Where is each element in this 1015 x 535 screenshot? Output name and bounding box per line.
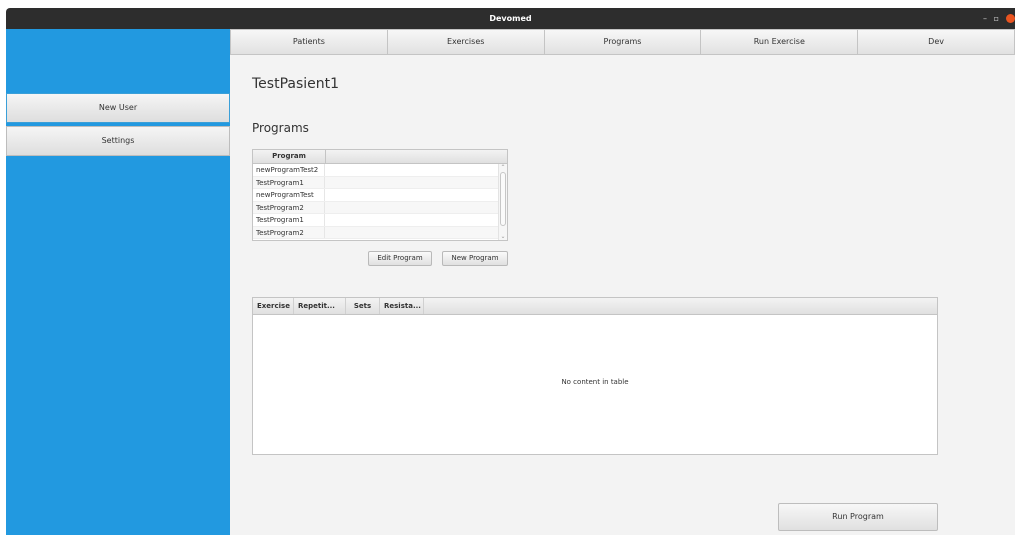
table-row[interactable]: TestProgram2 [253,226,507,239]
resistance-column-header[interactable]: Resista... [380,298,424,314]
new-program-button[interactable]: New Program [442,251,508,266]
exercises-table[interactable]: Exercise Repetit... Sets Resista... No c… [252,297,938,455]
table-row[interactable]: TestProgram1 [253,214,507,227]
filler-column-header [424,298,937,314]
edit-program-button[interactable]: Edit Program [368,251,432,266]
programs-table[interactable]: Program newProgramTest2 TestProgram1 new… [252,149,508,241]
empty-table-message: No content in table [561,378,629,386]
sidebar: New User Settings [6,29,230,535]
exercises-table-header: Exercise Repetit... Sets Resista... [253,298,937,315]
program-cell: TestProgram2 [253,201,325,213]
new-user-button[interactable]: New User [6,93,230,123]
window-titlebar: Devomed – ▫ [6,8,1015,29]
program-cell: newProgramTest2 [253,164,325,176]
program-column-header[interactable]: Program [253,150,326,163]
program-cell: newProgramTest [253,189,325,201]
tab-programs[interactable]: Programs [544,29,702,55]
program-cell: TestProgram2 [253,226,325,238]
maximize-icon[interactable]: ▫ [994,8,999,29]
programs-table-header: Program [253,150,507,164]
sets-column-header[interactable]: Sets [346,298,380,314]
scroll-down-icon[interactable]: ⌄ [499,233,507,240]
filler-column-header [326,150,507,163]
table-row[interactable]: newProgramTest2 [253,164,507,177]
scroll-up-icon[interactable]: ⌃ [499,164,507,172]
repetitions-column-header[interactable]: Repetit... [294,298,346,314]
top-nav: Patients Exercises Programs Run Exercise… [230,29,1015,55]
close-icon[interactable] [1006,14,1015,23]
program-cell: TestProgram1 [253,176,325,188]
programs-table-body: newProgramTest2 TestProgram1 newProgramT… [253,164,507,239]
tab-patients[interactable]: Patients [230,29,388,55]
table-row[interactable]: TestProgram1 [253,176,507,189]
program-cell: TestProgram1 [253,214,325,226]
settings-button[interactable]: Settings [6,126,230,156]
tab-dev[interactable]: Dev [858,29,1015,55]
table-row[interactable]: TestProgram2 [253,201,507,214]
scroll-thumb[interactable] [500,172,506,226]
table-row[interactable]: newProgramTest [253,189,507,202]
exercise-column-header[interactable]: Exercise [253,298,294,314]
minimize-icon[interactable]: – [983,8,987,29]
tab-exercises[interactable]: Exercises [387,29,545,55]
tab-run-exercise[interactable]: Run Exercise [701,29,859,55]
programs-scrollbar[interactable]: ⌃ ⌄ [498,164,507,240]
programs-heading: Programs [252,121,309,135]
window-title: Devomed [489,14,532,23]
run-program-button[interactable]: Run Program [778,503,938,531]
main-content: Patients Exercises Programs Run Exercise… [230,29,1015,535]
patient-name: TestPasient1 [252,76,340,92]
